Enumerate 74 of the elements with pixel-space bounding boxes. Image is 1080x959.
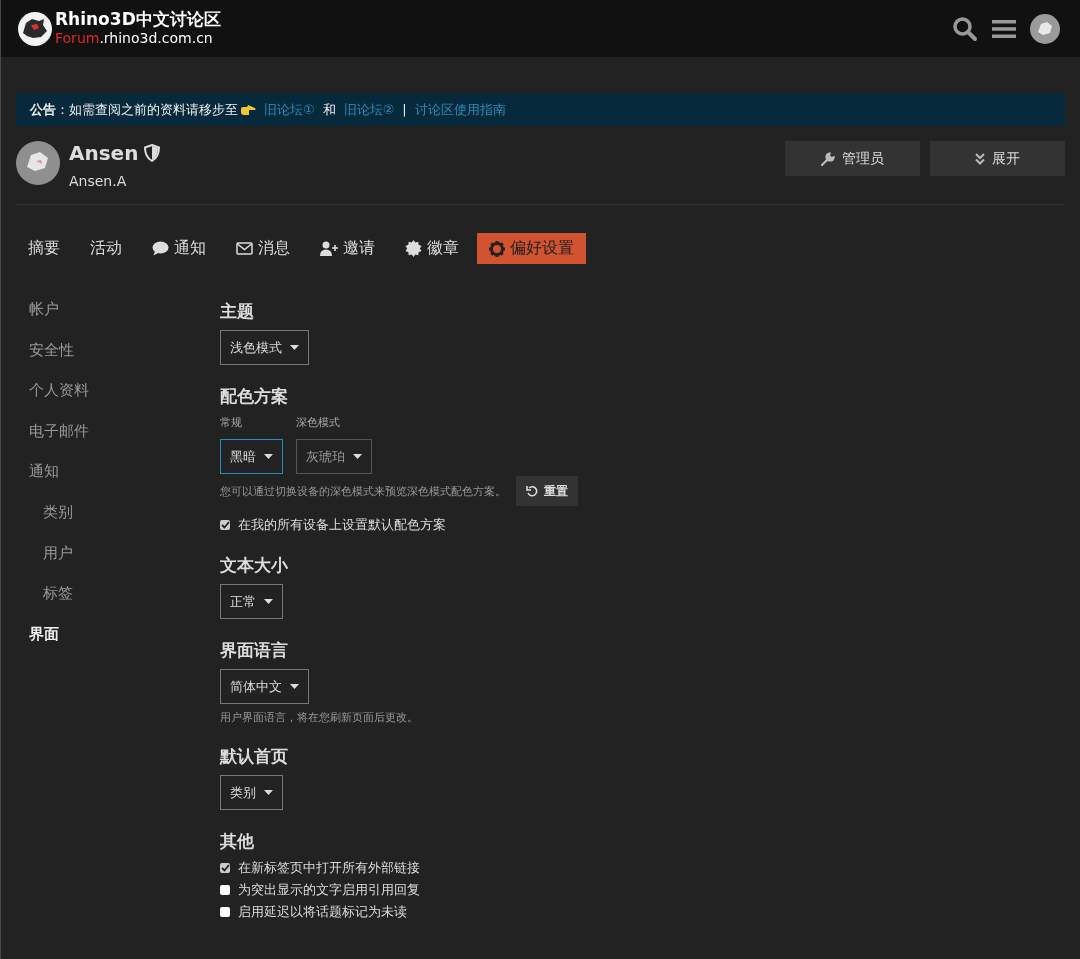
dropdown[interactable]: 类别 (220, 775, 283, 810)
nav-tab[interactable]: 消息 (224, 233, 302, 264)
section-title: 默认首页 (220, 745, 288, 768)
sidebar-item[interactable]: 界面 (29, 624, 207, 666)
nav-tab[interactable]: 活动 (78, 233, 134, 264)
checkbox[interactable] (220, 863, 230, 873)
shield-icon (144, 144, 161, 162)
user-plus-icon (320, 241, 338, 256)
checkbox-label: 启用延迟以将话题标记为未读 (238, 903, 407, 921)
dropdown[interactable]: 灰琥珀 (296, 439, 372, 474)
search-icon[interactable] (952, 15, 978, 42)
checkbox[interactable] (220, 907, 230, 917)
section-title: 配色方案 (220, 385, 288, 408)
chat-bubble-icon (152, 241, 169, 256)
field-label: 常规 (220, 415, 243, 430)
dropdown[interactable]: 简体中文 (220, 669, 309, 704)
checkbox-label: 为突出显示的文字启用引用回复 (238, 881, 420, 899)
nav-tab[interactable]: 摘要 (16, 233, 72, 264)
badge-icon (405, 240, 422, 257)
section-title: 界面语言 (220, 639, 288, 662)
nav-tab[interactable]: 偏好设置 (477, 233, 586, 264)
sidebar-item[interactable]: 通知 (29, 462, 207, 503)
caret-icon (264, 790, 273, 795)
section-title: 主题 (220, 300, 254, 323)
profile-name: Ansen (69, 141, 139, 165)
checkbox[interactable] (220, 885, 230, 895)
announcement-text: 公告：如需查阅之前的资料请移步至 (30, 100, 238, 119)
caret-icon (264, 454, 273, 459)
settings-icon (489, 240, 505, 257)
caret-icon (264, 599, 273, 604)
sidebar-item[interactable]: 类别 (29, 502, 207, 544)
nav-tab[interactable]: 徽章 (393, 233, 471, 264)
checkbox-label: 在新标签页中打开所有外部链接 (238, 859, 420, 877)
wrench-icon (821, 151, 835, 166)
pointing-hand-icon (240, 103, 256, 116)
undo-icon (526, 485, 538, 497)
announcement-link[interactable]: 旧论坛② (343, 100, 395, 119)
double-chevron-icon (975, 152, 985, 165)
announcement-separator: 和 (322, 100, 336, 119)
rhino-logo-icon[interactable] (17, 10, 53, 47)
announcement-separator: | (402, 102, 407, 117)
reset-button[interactable]: 重置 (516, 476, 578, 506)
menu-icon[interactable] (992, 18, 1016, 39)
announcement-link[interactable]: 讨论区使用指南 (414, 100, 506, 119)
nav-tab[interactable]: 邀请 (308, 233, 387, 264)
sidebar-item[interactable]: 个人资料 (29, 381, 207, 422)
nav-tab[interactable]: 通知 (140, 233, 218, 264)
caret-icon (353, 454, 362, 459)
admin-button[interactable]: 管理员 (785, 141, 920, 176)
field-label: 深色模式 (296, 415, 341, 430)
caret-icon (290, 345, 299, 350)
caret-icon (290, 684, 299, 689)
profile-username: Ansen.A (69, 173, 128, 189)
checkbox[interactable] (220, 520, 230, 530)
avatar-icon[interactable] (1030, 13, 1060, 44)
checkbox-label: 在我的所有设备上设置默认配色方案 (238, 516, 446, 534)
envelope-icon (236, 242, 253, 255)
hint-text: 您可以通过切换设备的深色模式来预览深色模式配色方案。 (220, 483, 506, 499)
site-title[interactable]: Rhino3D中文讨论区 (55, 9, 221, 29)
hint-text: 用户界面语言，将在您刷新页面后更改。 (220, 710, 418, 725)
section-title: 文本大小 (220, 554, 288, 577)
sidebar-item[interactable]: 帐户 (29, 300, 207, 341)
dropdown[interactable]: 正常 (220, 584, 283, 619)
expand-button[interactable]: 展开 (930, 141, 1065, 176)
dropdown[interactable]: 浅色模式 (220, 330, 309, 365)
announcement-link[interactable]: 旧论坛① (264, 100, 315, 119)
dropdown[interactable]: 黑暗 (220, 439, 283, 474)
sidebar-item[interactable]: 安全性 (29, 340, 207, 382)
section-title: 其他 (220, 830, 254, 853)
sidebar-item[interactable]: 电子邮件 (29, 421, 207, 463)
profile-avatar-icon[interactable] (16, 141, 60, 185)
sidebar-item[interactable]: 用户 (29, 543, 207, 585)
site-domain[interactable]: Forum.rhino3d.com.cn (55, 28, 221, 48)
sidebar-item[interactable]: 标签 (29, 584, 207, 625)
